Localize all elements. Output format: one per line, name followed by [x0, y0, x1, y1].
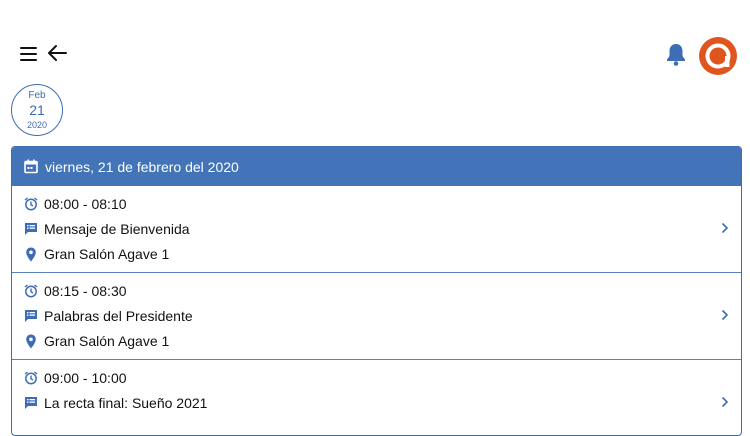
event-title-row: Mensaje de Bienvenida: [24, 221, 190, 237]
event-location: Gran Salón Agave 1: [44, 246, 170, 262]
event-time: 08:15 - 08:30: [44, 283, 127, 299]
date-day: 21: [29, 102, 45, 118]
alarm-clock-icon: [24, 197, 38, 211]
arrow-left-icon[interactable]: [46, 42, 68, 64]
chevron-right-icon[interactable]: [721, 309, 729, 321]
hamburger-icon[interactable]: [18, 44, 40, 64]
event-item[interactable]: 08:00 - 08:10 Mensaje de Bienvenida Gran…: [12, 186, 741, 273]
chevron-right-icon[interactable]: [721, 222, 729, 234]
event-time: 09:00 - 10:00: [44, 370, 127, 386]
event-title: Palabras del Presidente: [44, 308, 193, 324]
location-pin-icon: [26, 334, 36, 348]
event-title-row: Palabras del Presidente: [24, 308, 193, 324]
event-time-row: 09:00 - 10:00: [24, 370, 127, 386]
event-time-row: 08:00 - 08:10: [24, 196, 127, 212]
event-location-row: Gran Salón Agave 1: [24, 246, 169, 262]
event-time: 08:00 - 08:10: [44, 196, 127, 212]
description-icon: [25, 397, 37, 409]
event-item[interactable]: 09:00 - 10:00 La recta final: Sueño 2021: [12, 360, 741, 435]
event-title-row: La recta final: Sueño 2021: [24, 395, 207, 411]
event-item[interactable]: 08:15 - 08:30 Palabras del Presidente Gr…: [12, 273, 741, 360]
event-location-row: Gran Salón Agave 1: [24, 333, 169, 349]
date-year: 2020: [26, 120, 48, 130]
event-location: Gran Salón Agave 1: [44, 333, 170, 349]
at-logo-icon: [705, 43, 731, 69]
description-icon: [25, 310, 37, 322]
user-avatar[interactable]: [699, 37, 737, 75]
event-title: Mensaje de Bienvenida: [44, 221, 190, 237]
alarm-clock-icon: [24, 371, 38, 385]
day-title: viernes, 21 de febrero del 2020: [45, 158, 239, 175]
chevron-right-icon[interactable]: [721, 396, 729, 408]
calendar-icon: [24, 159, 38, 174]
date-month: Feb: [28, 90, 46, 101]
bell-icon[interactable]: [665, 42, 687, 66]
event-time-row: 08:15 - 08:30: [24, 283, 127, 299]
location-pin-icon: [26, 247, 36, 261]
day-header: viernes, 21 de febrero del 2020: [12, 147, 741, 186]
date-selector[interactable]: Feb 21 2020: [11, 84, 63, 136]
day-schedule-card: viernes, 21 de febrero del 2020 08:00 - …: [11, 146, 742, 436]
alarm-clock-icon: [24, 284, 38, 298]
top-bar: [0, 0, 750, 80]
event-title: La recta final: Sueño 2021: [44, 395, 208, 411]
description-icon: [25, 223, 37, 235]
